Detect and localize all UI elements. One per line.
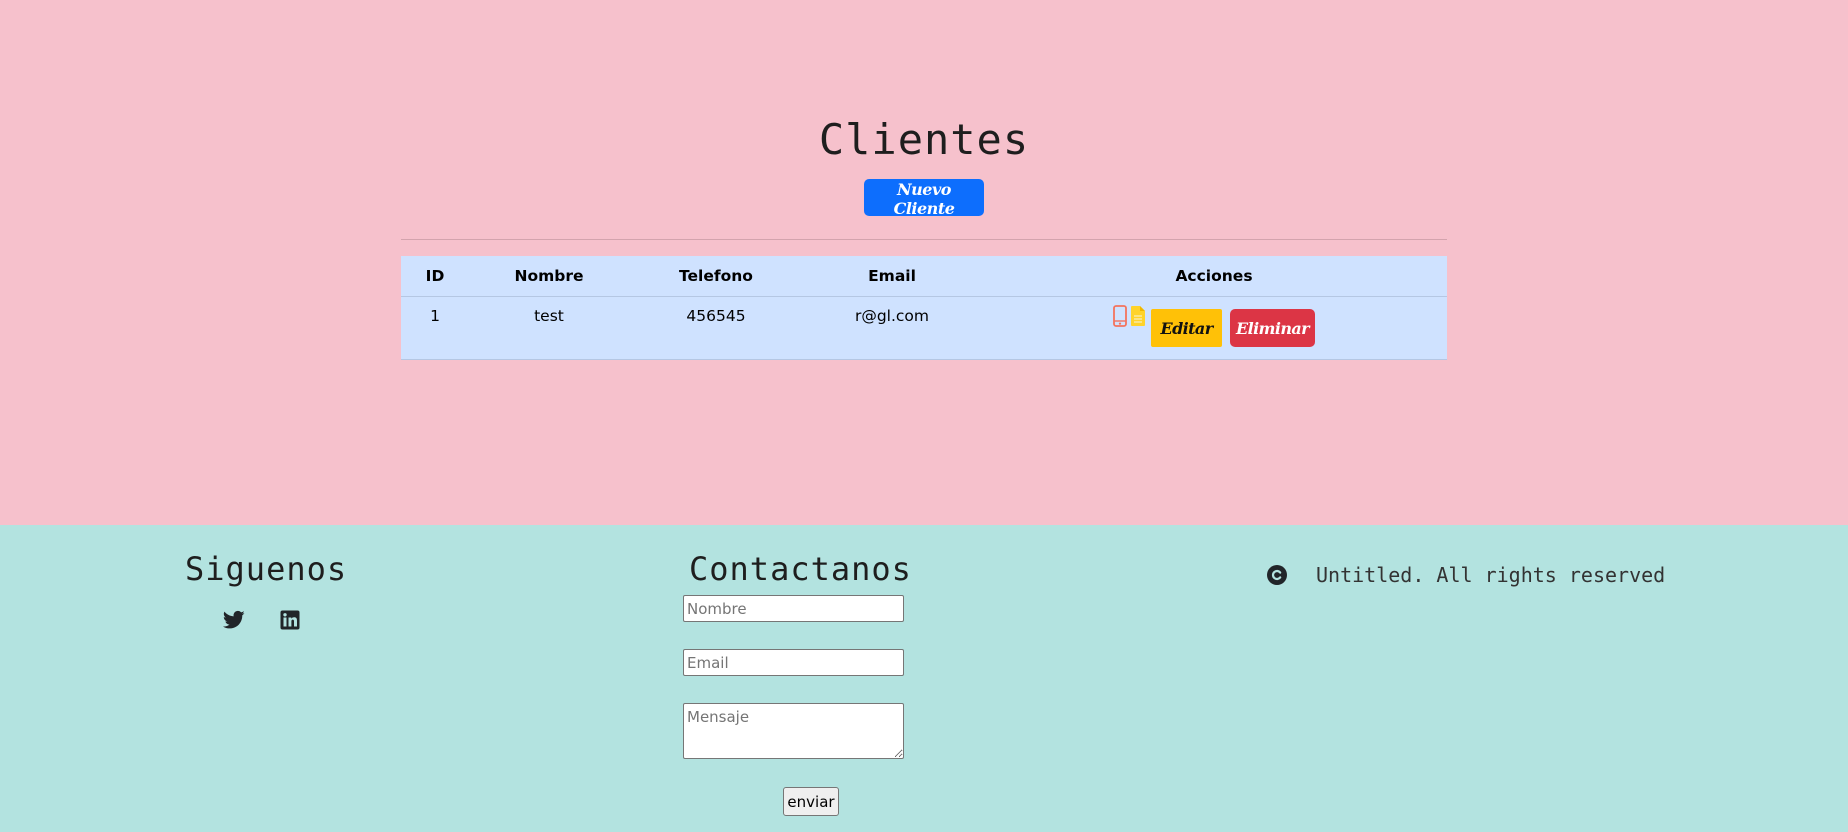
- delete-button[interactable]: Eliminar: [1230, 309, 1315, 347]
- twitter-icon[interactable]: [223, 609, 245, 631]
- new-client-button[interactable]: Nuevo Cliente: [864, 179, 984, 218]
- header-id: ID: [401, 256, 469, 297]
- footer: Siguenos Contactanos enviar Untitled. Al…: [0, 525, 1848, 832]
- header-nombre: Nombre: [469, 256, 629, 297]
- main-section: Clientes Nuevo Cliente ID Nombre Telefon…: [0, 0, 1848, 525]
- send-button[interactable]: enviar: [783, 787, 839, 816]
- linkedin-icon[interactable]: [279, 609, 301, 631]
- contact-title: Contactanos: [689, 550, 912, 588]
- name-field[interactable]: [683, 595, 904, 622]
- cell-acciones: Editar Eliminar: [981, 296, 1447, 360]
- cell-id: 1: [401, 296, 469, 360]
- copyright-text: Untitled. All rights reserved: [1316, 563, 1666, 587]
- document-icon[interactable]: [1130, 305, 1146, 331]
- cell-email: r@gl.com: [803, 296, 981, 360]
- table-row: 1 test 456545 r@gl.com Editar Eliminar: [401, 296, 1447, 360]
- phone-icon[interactable]: [1113, 305, 1127, 331]
- header-telefono: Telefono: [629, 256, 803, 297]
- divider: [401, 239, 1447, 240]
- cell-nombre: test: [469, 296, 629, 360]
- cell-telefono: 456545: [629, 296, 803, 360]
- header-email: Email: [803, 256, 981, 297]
- table-header-row: ID Nombre Telefono Email Acciones: [401, 256, 1447, 297]
- follow-title: Siguenos: [185, 550, 348, 588]
- row-actions: Editar Eliminar: [1113, 297, 1315, 347]
- header-acciones: Acciones: [981, 256, 1447, 297]
- clients-table: ID Nombre Telefono Email Acciones 1 test…: [401, 256, 1447, 360]
- page-title: Clientes: [818, 115, 1030, 164]
- copyright-icon: [1267, 565, 1287, 585]
- email-field[interactable]: [683, 649, 904, 676]
- edit-button[interactable]: Editar: [1151, 309, 1222, 347]
- message-field[interactable]: [683, 703, 904, 759]
